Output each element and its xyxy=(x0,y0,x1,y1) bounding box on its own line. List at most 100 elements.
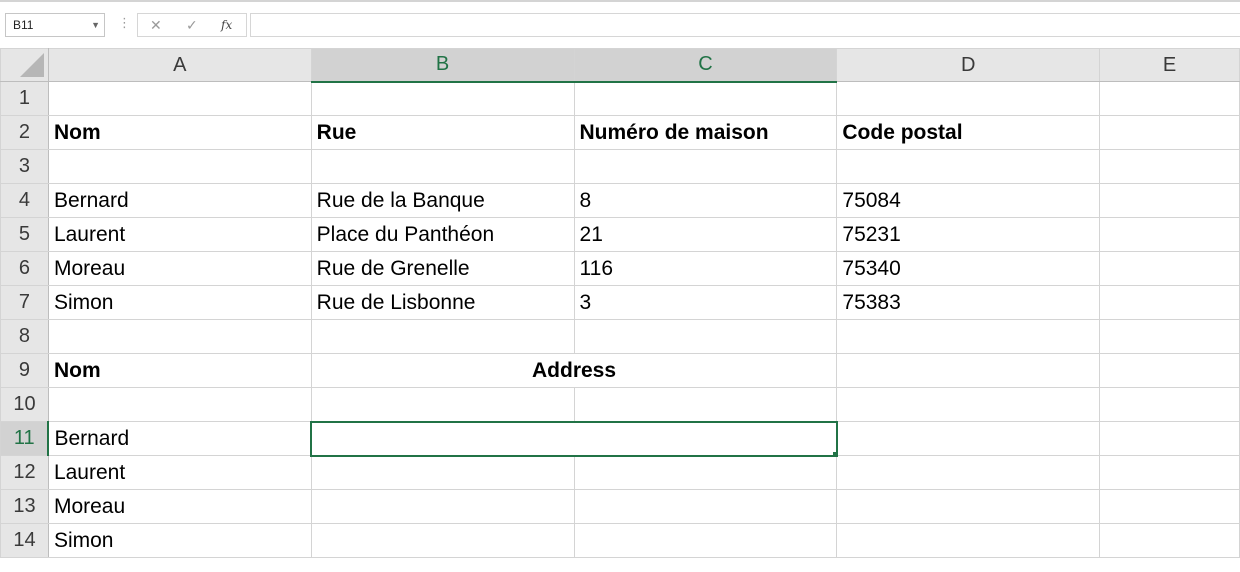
cell-a8[interactable] xyxy=(47,319,312,354)
row-header[interactable]: 6 xyxy=(0,251,49,286)
cell-e11[interactable] xyxy=(1099,421,1240,456)
cell-b6[interactable]: Rue de Grenelle xyxy=(310,251,575,286)
cell-c1[interactable] xyxy=(573,81,838,116)
cell-d14[interactable] xyxy=(836,523,1101,558)
cell-e7[interactable] xyxy=(1099,285,1240,320)
cell-b14[interactable] xyxy=(310,523,575,558)
row-header[interactable]: 8 xyxy=(0,319,49,354)
row-header[interactable]: 5 xyxy=(0,217,49,252)
cell-d1[interactable] xyxy=(836,81,1101,116)
fill-handle[interactable] xyxy=(831,450,835,454)
cell-e13[interactable] xyxy=(1099,489,1240,524)
column-header-e[interactable]: E xyxy=(1099,48,1240,82)
cell-c2[interactable]: Numéro de maison xyxy=(573,115,838,150)
cell-a2[interactable]: Nom xyxy=(47,115,312,150)
row-header[interactable]: 7 xyxy=(0,285,49,320)
cell-a11[interactable]: Bernard xyxy=(47,421,312,456)
formula-input[interactable] xyxy=(250,13,1240,37)
cell-d5[interactable]: 75231 xyxy=(836,217,1101,252)
row-header[interactable]: 11 xyxy=(0,421,50,456)
merged-cell-b9-c9[interactable]: Address xyxy=(310,353,838,388)
cell-d7[interactable]: 75383 xyxy=(836,285,1101,320)
cell-c3[interactable] xyxy=(573,149,838,184)
cell-d10[interactable] xyxy=(836,387,1101,422)
cell-a7[interactable]: Simon xyxy=(47,285,312,320)
cell-d13[interactable] xyxy=(836,489,1101,524)
cell-e10[interactable] xyxy=(1099,387,1240,422)
cell-c13[interactable] xyxy=(573,489,838,524)
row-header[interactable]: 12 xyxy=(0,455,49,490)
spreadsheet-grid: A B C D E 1 2 Nom Rue Numéro de maison C… xyxy=(0,48,1240,572)
cell-c5[interactable]: 21 xyxy=(573,217,838,252)
more-options-icon[interactable]: ⋮ xyxy=(118,15,131,31)
cell-e6[interactable] xyxy=(1099,251,1240,286)
cell-e1[interactable] xyxy=(1099,81,1240,116)
cell-a14[interactable]: Simon xyxy=(47,523,312,558)
row-header[interactable]: 14 xyxy=(0,523,49,558)
cell-d9[interactable] xyxy=(836,353,1101,388)
cell-e12[interactable] xyxy=(1099,455,1240,490)
cell-c10[interactable] xyxy=(573,387,838,422)
row-header[interactable]: 10 xyxy=(0,387,49,422)
close-icon[interactable]: ✕ xyxy=(150,17,162,34)
row-header[interactable]: 3 xyxy=(0,149,49,184)
column-header-c[interactable]: C xyxy=(573,48,838,83)
cell-d3[interactable] xyxy=(836,149,1101,184)
chevron-down-icon[interactable]: ▼ xyxy=(91,20,100,30)
cell-b12[interactable] xyxy=(310,455,575,490)
check-icon[interactable]: ✓ xyxy=(186,17,198,34)
column-header-a[interactable]: A xyxy=(47,48,312,82)
cell-b10[interactable] xyxy=(310,387,575,422)
cell-a1[interactable] xyxy=(47,81,312,116)
row-header[interactable]: 9 xyxy=(0,353,49,388)
cell-d6[interactable]: 75340 xyxy=(836,251,1101,286)
cell-d12[interactable] xyxy=(836,455,1101,490)
select-all-button[interactable] xyxy=(0,48,49,82)
cell-e3[interactable] xyxy=(1099,149,1240,184)
cell-e4[interactable] xyxy=(1099,183,1240,218)
cell-e14[interactable] xyxy=(1099,523,1240,558)
cell-e5[interactable] xyxy=(1099,217,1240,252)
row-header[interactable]: 1 xyxy=(0,81,49,116)
cell-c6[interactable]: 116 xyxy=(573,251,838,286)
cell-e8[interactable] xyxy=(1099,319,1240,354)
name-box[interactable]: B11 ▼ xyxy=(5,13,105,37)
function-icon[interactable]: fx xyxy=(221,18,232,32)
cell-d2[interactable]: Code postal xyxy=(836,115,1101,150)
table-row: 1 xyxy=(0,81,1240,116)
cell-b13[interactable] xyxy=(310,489,575,524)
cell-a13[interactable]: Moreau xyxy=(47,489,312,524)
cell-b1[interactable] xyxy=(310,81,575,116)
row-header[interactable]: 2 xyxy=(0,115,49,150)
column-header-b[interactable]: B xyxy=(310,48,575,83)
cell-b5[interactable]: Place du Panthéon xyxy=(310,217,575,252)
cell-c12[interactable] xyxy=(573,455,838,490)
cell-d8[interactable] xyxy=(836,319,1101,354)
cell-d4[interactable]: 75084 xyxy=(836,183,1101,218)
cell-a12[interactable]: Laurent xyxy=(47,455,312,490)
cell-c8[interactable] xyxy=(573,319,838,354)
cell-b3[interactable] xyxy=(310,149,575,184)
cell-e9[interactable] xyxy=(1099,353,1240,388)
cell-c7[interactable]: 3 xyxy=(573,285,838,320)
cell-c14[interactable] xyxy=(573,523,838,558)
row-header[interactable]: 13 xyxy=(0,489,49,524)
cell-a5[interactable]: Laurent xyxy=(47,217,312,252)
column-header-d[interactable]: D xyxy=(836,48,1101,82)
cell-d11[interactable] xyxy=(836,421,1101,456)
cell-a9[interactable]: Nom xyxy=(47,353,312,388)
cell-a10[interactable] xyxy=(47,387,312,422)
row-header[interactable]: 4 xyxy=(0,183,49,218)
cell-a6[interactable]: Moreau xyxy=(47,251,312,286)
cell-b2[interactable]: Rue xyxy=(310,115,575,150)
sheet-table: A B C D E 1 2 Nom Rue Numéro de maison C… xyxy=(0,48,1240,558)
cell-b4[interactable]: Rue de la Banque xyxy=(310,183,575,218)
cell-b8[interactable] xyxy=(310,319,575,354)
cell-a3[interactable] xyxy=(47,149,312,184)
active-merged-cell-b11-c11[interactable] xyxy=(310,420,838,457)
table-row: 8 xyxy=(0,319,1240,354)
cell-b7[interactable]: Rue de Lisbonne xyxy=(310,285,575,320)
cell-e2[interactable] xyxy=(1099,115,1240,150)
cell-a4[interactable]: Bernard xyxy=(47,183,312,218)
cell-c4[interactable]: 8 xyxy=(573,183,838,218)
